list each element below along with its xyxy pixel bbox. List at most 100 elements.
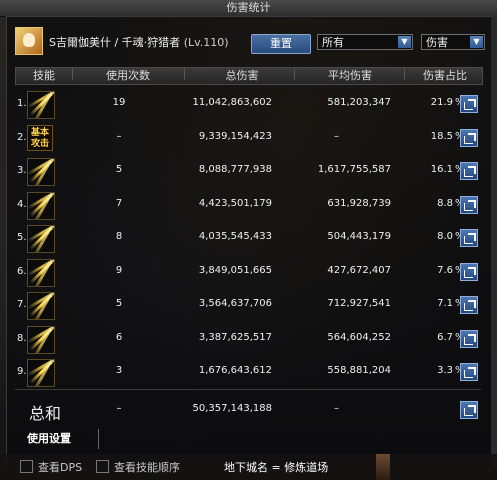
row-total: 4,035,545,433 (198, 231, 272, 242)
show-skill-order-label: 查看技能顺序 (114, 461, 180, 474)
bottom-bar: 查看DPS 查看技能顺序 地下城名 = 修炼道场 (0, 454, 497, 480)
table-row: 4. 7 4,423,501,179 631,928,739 8.8 % (15, 190, 485, 220)
table-row: 8. 6 3,387,625,517 564,604,252 6.7 % (15, 324, 485, 354)
row-avg: 631,928,739 (327, 197, 391, 209)
table-row: 7. 5 3,564,637,706 712,927,541 7.1 % (15, 290, 485, 320)
character-portrait (376, 454, 390, 480)
arrow-barrage-skill-icon (27, 191, 55, 220)
golden-slash-skill-icon (27, 91, 55, 119)
row-total: 1,676,643,612 (198, 365, 272, 376)
row-percent: 6.7 (437, 331, 453, 343)
character-name-text: S吉爾伽美什 / 千魂·狩猎者 (49, 36, 181, 49)
row-avg: 581,203,347 (327, 97, 391, 108)
row-percent: 7.1 (437, 298, 453, 309)
row-avg: 564,604,252 (327, 331, 391, 343)
spiral-skill-icon (27, 359, 55, 387)
row-index: 1. (17, 98, 27, 109)
row-avg: 1,617,755,587 (317, 164, 391, 175)
row-total: 3,849,051,665 (198, 264, 272, 276)
row-percent: 16.1 (430, 164, 453, 175)
row-uses: 8 (115, 231, 123, 242)
col-skill: 技能 (33, 69, 55, 82)
col-divider (294, 68, 295, 80)
row-percent: 21.9 (430, 97, 453, 108)
reset-button[interactable]: 重置 (251, 34, 311, 54)
show-dps-label: 查看DPS (38, 461, 83, 474)
share-icon[interactable] (460, 195, 478, 214)
triple-shot-skill-icon (27, 225, 55, 253)
row-total: 11,042,863,602 (192, 97, 272, 108)
row-avg: – (334, 130, 339, 142)
row-total: 4,423,501,179 (198, 197, 272, 209)
window-titlebar[interactable]: 伤害统计 (0, 0, 497, 17)
row-index: 5. (17, 232, 27, 243)
share-icon[interactable] (460, 229, 478, 247)
row-index: 8. (17, 332, 27, 344)
row-uses: 19 (112, 97, 126, 108)
col-uses: 使用次数 (106, 69, 150, 82)
row-index: 7. (17, 299, 27, 310)
character-portrait-icon (15, 27, 43, 55)
row-index: 9. (17, 366, 27, 377)
row-uses: 3 (115, 365, 123, 376)
share-icon[interactable] (460, 363, 478, 381)
row-total: 9,339,154,423 (198, 130, 272, 142)
spread-shot-skill-icon (27, 325, 55, 354)
row-percent: 7.6 (437, 264, 453, 276)
dungeon-name: 地下城名 = 修炼道场 (224, 461, 329, 474)
share-icon[interactable] (460, 401, 478, 419)
window-edge (491, 16, 497, 468)
filter-select-value: 所有 (322, 36, 344, 49)
row-total: 3,564,637,706 (198, 298, 272, 309)
show-dps-checkbox[interactable] (20, 460, 33, 473)
row-avg: 504,443,179 (327, 231, 391, 242)
row-total: 8,088,777,938 (198, 164, 272, 175)
table-row: 5. 8 4,035,545,433 504,443,179 8.0 % (15, 223, 485, 253)
summary-uses: – (116, 403, 122, 414)
row-percent: 3.3 (437, 365, 453, 376)
basic-attack-text: 基本攻击 (30, 127, 49, 149)
table-row: 3. 5 8,088,777,938 1,617,755,587 16.1 % (15, 156, 485, 186)
settings-tab[interactable]: 使用设置 (15, 429, 99, 449)
col-divider (184, 68, 185, 80)
table-header: 技能 使用次数 总伤害 平均伤害 伤害占比 (15, 67, 483, 85)
share-icon[interactable] (460, 95, 478, 113)
character-level: (Lv.110) (183, 36, 229, 49)
table-row: 6. 9 3,849,051,665 427,672,407 7.6 % (15, 257, 485, 287)
lightning-strike-skill-icon (27, 158, 55, 186)
share-icon[interactable] (460, 262, 478, 281)
row-percent: 18.5 (430, 130, 453, 142)
row-uses: 6 (115, 331, 123, 343)
row-index: 2. (17, 131, 27, 143)
row-uses: 7 (115, 197, 123, 209)
panel-header: S吉爾伽美什 / 千魂·狩猎者 (Lv.110) 重置 所有 ▼ 伤害 ▼ (7, 17, 492, 65)
basic-attack-skill-icon: 基本攻击 (27, 124, 53, 151)
col-divider (72, 68, 73, 80)
summary-divider (15, 389, 481, 390)
summary-row: 总和 – 50,357,143,188 – (15, 395, 485, 425)
row-percent: 8.0 (437, 231, 453, 242)
row-avg: 712,927,541 (327, 298, 391, 309)
damage-stats-panel: S吉爾伽美什 / 千魂·狩猎者 (Lv.110) 重置 所有 ▼ 伤害 ▼ 技能… (6, 16, 493, 470)
row-percent: 8.8 (437, 197, 453, 209)
share-icon[interactable] (460, 162, 478, 180)
character-name: S吉爾伽美什 / 千魂·狩猎者 (Lv.110) (49, 34, 229, 50)
share-icon[interactable] (460, 128, 478, 147)
row-uses: 9 (115, 264, 123, 276)
table-row: 9. 3 1,676,643,612 558,881,204 3.3 % (15, 357, 485, 387)
share-icon[interactable] (460, 329, 478, 348)
window-title: 伤害统计 (226, 1, 271, 14)
summary-label: 总和 (29, 404, 62, 423)
chevron-down-icon[interactable]: ▼ (398, 36, 411, 48)
share-icon[interactable] (460, 296, 478, 314)
row-uses: 5 (115, 298, 123, 309)
col-percent: 伤害占比 (423, 69, 467, 82)
table-row: 1. 19 11,042,863,602 581,203,347 21.9 % (15, 89, 485, 119)
show-skill-order-checkbox[interactable] (96, 460, 109, 473)
row-avg: 427,672,407 (327, 264, 391, 276)
chevron-down-icon[interactable]: ▼ (470, 36, 483, 48)
filter-select[interactable]: 所有 ▼ (317, 34, 413, 50)
summary-avg: – (334, 403, 339, 414)
metric-select[interactable]: 伤害 ▼ (421, 34, 485, 50)
row-uses: – (116, 130, 122, 142)
